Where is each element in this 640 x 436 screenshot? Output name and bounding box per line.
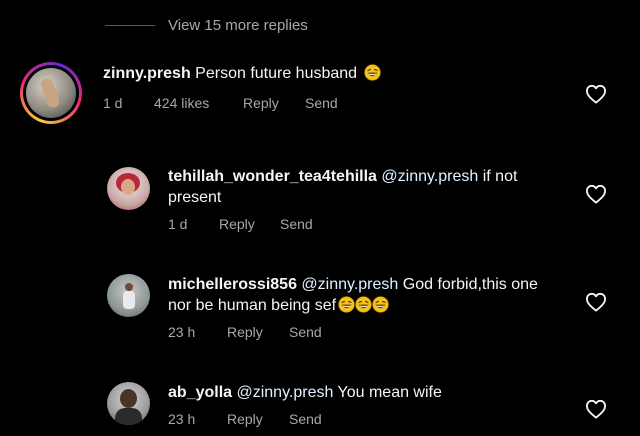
reply-button[interactable]: Reply xyxy=(219,216,280,232)
comment-time: 23 h xyxy=(168,411,196,427)
comment-text: Person future husband xyxy=(195,65,358,82)
reply-button[interactable]: Reply xyxy=(227,324,289,340)
laughing-emoji-icon xyxy=(355,296,372,313)
reply-button[interactable]: Reply xyxy=(243,95,305,111)
laughing-emoji-icon xyxy=(372,296,389,313)
avatar xyxy=(26,68,76,118)
comment-username[interactable]: ab_yolla xyxy=(168,384,232,401)
heart-outline-icon[interactable] xyxy=(585,399,607,419)
comment-username[interactable]: zinny.presh xyxy=(103,65,191,82)
send-button[interactable]: Send xyxy=(289,411,322,427)
send-button[interactable]: Send xyxy=(280,216,313,232)
avatar[interactable] xyxy=(107,274,150,317)
reply-button[interactable]: Reply xyxy=(227,411,289,427)
comment-text: nor be human being sef xyxy=(168,297,337,314)
comment-time: 1 d xyxy=(103,95,123,111)
comment-time: 23 h xyxy=(168,324,196,340)
laughing-emoji-icon xyxy=(364,64,381,81)
avatar[interactable] xyxy=(107,382,150,425)
avatar-story-ring[interactable] xyxy=(20,62,82,124)
heart-outline-icon[interactable] xyxy=(585,292,607,312)
laughing-emoji-icon xyxy=(338,296,355,313)
comment-username[interactable]: tehillah_wonder_tea4tehilla xyxy=(168,168,377,185)
comment-time: 1 d xyxy=(168,216,188,232)
comment-text: You mean wife xyxy=(337,384,442,401)
comment-username[interactable]: michellerossi856 xyxy=(168,276,297,293)
heart-outline-icon[interactable] xyxy=(585,184,607,204)
send-button[interactable]: Send xyxy=(289,324,322,340)
comment-text: God forbid,this one xyxy=(402,276,538,293)
comment-text: present xyxy=(168,189,222,206)
send-button[interactable]: Send xyxy=(305,95,338,111)
mention-link[interactable]: @zinny.presh xyxy=(301,276,398,293)
view-more-replies-button[interactable]: View 15 more replies xyxy=(168,17,308,34)
heart-outline-icon[interactable] xyxy=(585,84,607,104)
avatar[interactable] xyxy=(107,167,150,210)
mention-link[interactable]: @zinny.presh xyxy=(236,384,333,401)
likes-count[interactable]: 424 likes xyxy=(154,95,243,111)
mention-link[interactable]: @zinny.presh xyxy=(381,168,478,185)
replies-divider xyxy=(105,25,155,26)
comment-text: if not xyxy=(482,168,518,185)
